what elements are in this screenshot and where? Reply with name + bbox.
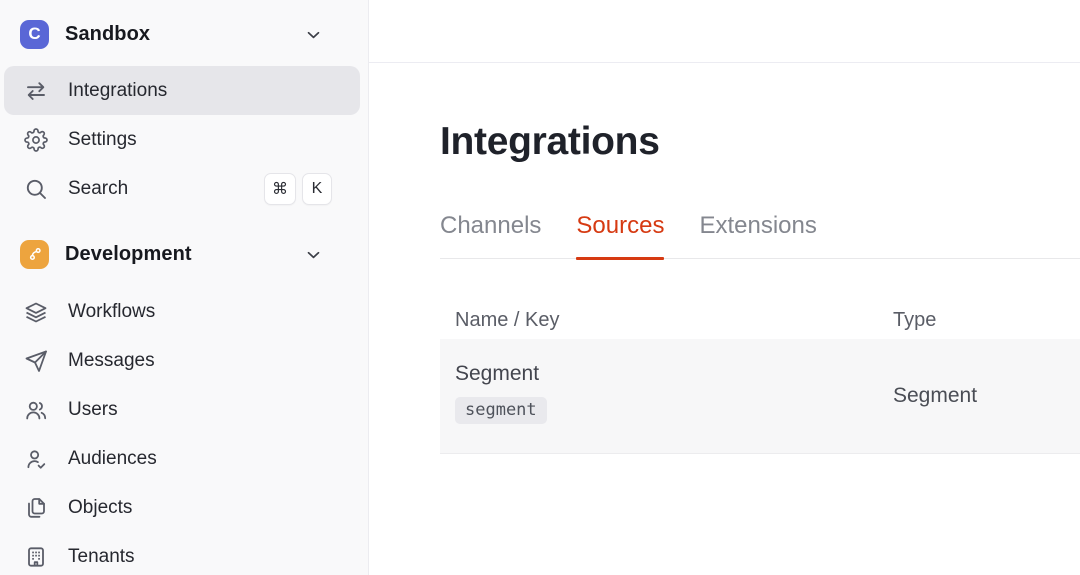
- column-header-type: Type: [893, 309, 937, 331]
- sidebar-item-integrations[interactable]: Integrations: [4, 66, 360, 115]
- table-header: Name / Key Type: [440, 309, 1080, 339]
- cell-name-key: Segment segment: [455, 362, 547, 424]
- kbd-k: K: [302, 172, 332, 205]
- search-icon: [24, 177, 48, 201]
- sidebar-item-tenants[interactable]: Tenants: [4, 532, 360, 575]
- sidebar-item-label: Users: [68, 398, 118, 420]
- workspace-switcher-sandbox[interactable]: C Sandbox: [0, 14, 368, 54]
- tab-sources[interactable]: Sources: [576, 212, 665, 260]
- sidebar-item-search[interactable]: Search ⌘ K: [4, 164, 360, 213]
- table-row[interactable]: Segment segment Segment: [440, 339, 1080, 454]
- main-area: Integrations Channels Sources Extensions…: [369, 0, 1080, 575]
- sidebar-item-label: Audiences: [68, 447, 157, 469]
- building-icon: [24, 545, 48, 569]
- user-check-icon: [24, 447, 48, 471]
- sidebar-item-label: Workflows: [68, 300, 156, 322]
- tab-extensions[interactable]: Extensions: [699, 212, 816, 258]
- workspace-logo: C: [20, 19, 49, 49]
- sidebar-item-label: Messages: [68, 349, 155, 371]
- sidebar-item-workflows[interactable]: Workflows: [4, 287, 360, 336]
- content: Integrations Channels Sources Extensions…: [369, 63, 1080, 575]
- sidebar: C Sandbox Integrations Settings Search ⌘…: [0, 0, 369, 575]
- sidebar-item-objects[interactable]: Objects: [4, 483, 360, 532]
- sidebar-item-label: Tenants: [68, 545, 135, 567]
- gear-icon: [24, 127, 48, 152]
- layers-icon: [24, 300, 48, 324]
- chevron-down-icon: [305, 246, 322, 263]
- sidebar-item-settings[interactable]: Settings: [4, 115, 360, 164]
- sidebar-item-users[interactable]: Users: [4, 385, 360, 434]
- column-header-name-key: Name / Key: [455, 309, 560, 331]
- swap-arrows-icon: [24, 79, 48, 103]
- sidebar-item-label: Search: [68, 177, 129, 199]
- page-title: Integrations: [440, 120, 660, 163]
- integration-name: Segment: [455, 362, 540, 385]
- sidebar-item-messages[interactable]: Messages: [4, 336, 360, 385]
- section-header-development[interactable]: Development: [0, 231, 368, 277]
- users-icon: [24, 398, 48, 422]
- integration-key-badge: segment: [455, 397, 547, 424]
- kbd-cmd: ⌘: [264, 172, 296, 205]
- chevron-down-icon: [305, 26, 322, 43]
- sidebar-nav-development: Workflows Messages Users Audiences Objec: [0, 287, 368, 575]
- sidebar-nav-top: Integrations Settings Search ⌘ K: [0, 66, 368, 213]
- sidebar-section-gap: [0, 213, 368, 231]
- sidebar-item-audiences[interactable]: Audiences: [4, 434, 360, 483]
- sidebar-item-label: Settings: [68, 128, 137, 150]
- sidebar-item-label: Integrations: [68, 79, 168, 101]
- search-shortcut: ⌘ K: [264, 172, 332, 205]
- workspace-name: Sandbox: [65, 22, 151, 45]
- topbar: [369, 0, 1080, 63]
- tab-bar: Channels Sources Extensions: [440, 212, 1080, 260]
- section-name: Development: [65, 242, 192, 265]
- tab-channels[interactable]: Channels: [440, 212, 541, 258]
- development-logo: [20, 239, 49, 269]
- sidebar-item-label: Objects: [68, 496, 133, 518]
- copy-pages-icon: [24, 496, 48, 520]
- workspace-logo-letter: C: [28, 24, 41, 43]
- paper-plane-icon: [24, 349, 48, 373]
- cell-type: Segment: [893, 384, 978, 407]
